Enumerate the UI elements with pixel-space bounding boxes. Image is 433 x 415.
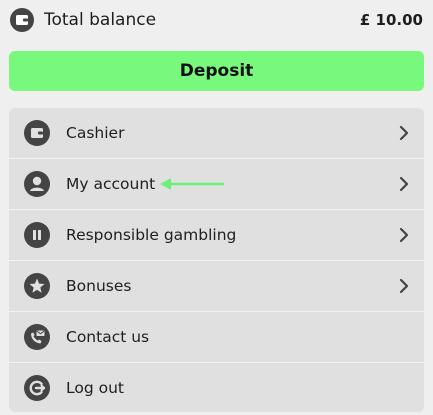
deposit-button[interactable]: Deposit xyxy=(9,51,424,91)
menu-item-label: Bonuses xyxy=(66,277,132,295)
menu-item-cashier[interactable]: Cashier xyxy=(9,108,424,159)
phone-mail-icon xyxy=(24,324,50,350)
menu-item-bonuses[interactable]: Bonuses xyxy=(9,261,424,312)
menu-item-log-out[interactable]: Log out xyxy=(9,363,424,412)
annotation-arrow-icon xyxy=(160,178,225,190)
wallet-icon xyxy=(10,8,34,32)
menu-item-my-account[interactable]: My account xyxy=(9,159,424,210)
chevron-right-icon xyxy=(399,227,409,243)
total-balance-amount: £ 10.00 xyxy=(359,11,423,29)
menu-item-responsible-gambling[interactable]: Responsible gambling xyxy=(9,210,424,261)
menu-item-contact-us[interactable]: Contact us xyxy=(9,312,424,363)
menu-item-label: Log out xyxy=(66,379,124,397)
star-icon xyxy=(24,273,50,299)
pause-icon xyxy=(24,222,50,248)
account-menu: Cashier My account Responsible gambling xyxy=(9,108,424,412)
menu-item-label: My account xyxy=(66,175,156,193)
logout-icon xyxy=(24,375,50,401)
chevron-right-icon xyxy=(399,176,409,192)
user-icon xyxy=(24,171,50,197)
chevron-right-icon xyxy=(399,125,409,141)
menu-item-label: Responsible gambling xyxy=(66,226,237,244)
menu-item-label: Contact us xyxy=(66,328,150,346)
wallet-icon xyxy=(24,120,50,146)
menu-item-label: Cashier xyxy=(66,124,125,142)
balance-row: Total balance £ 10.00 xyxy=(0,0,433,40)
total-balance-label: Total balance xyxy=(44,10,157,30)
chevron-right-icon xyxy=(399,278,409,294)
